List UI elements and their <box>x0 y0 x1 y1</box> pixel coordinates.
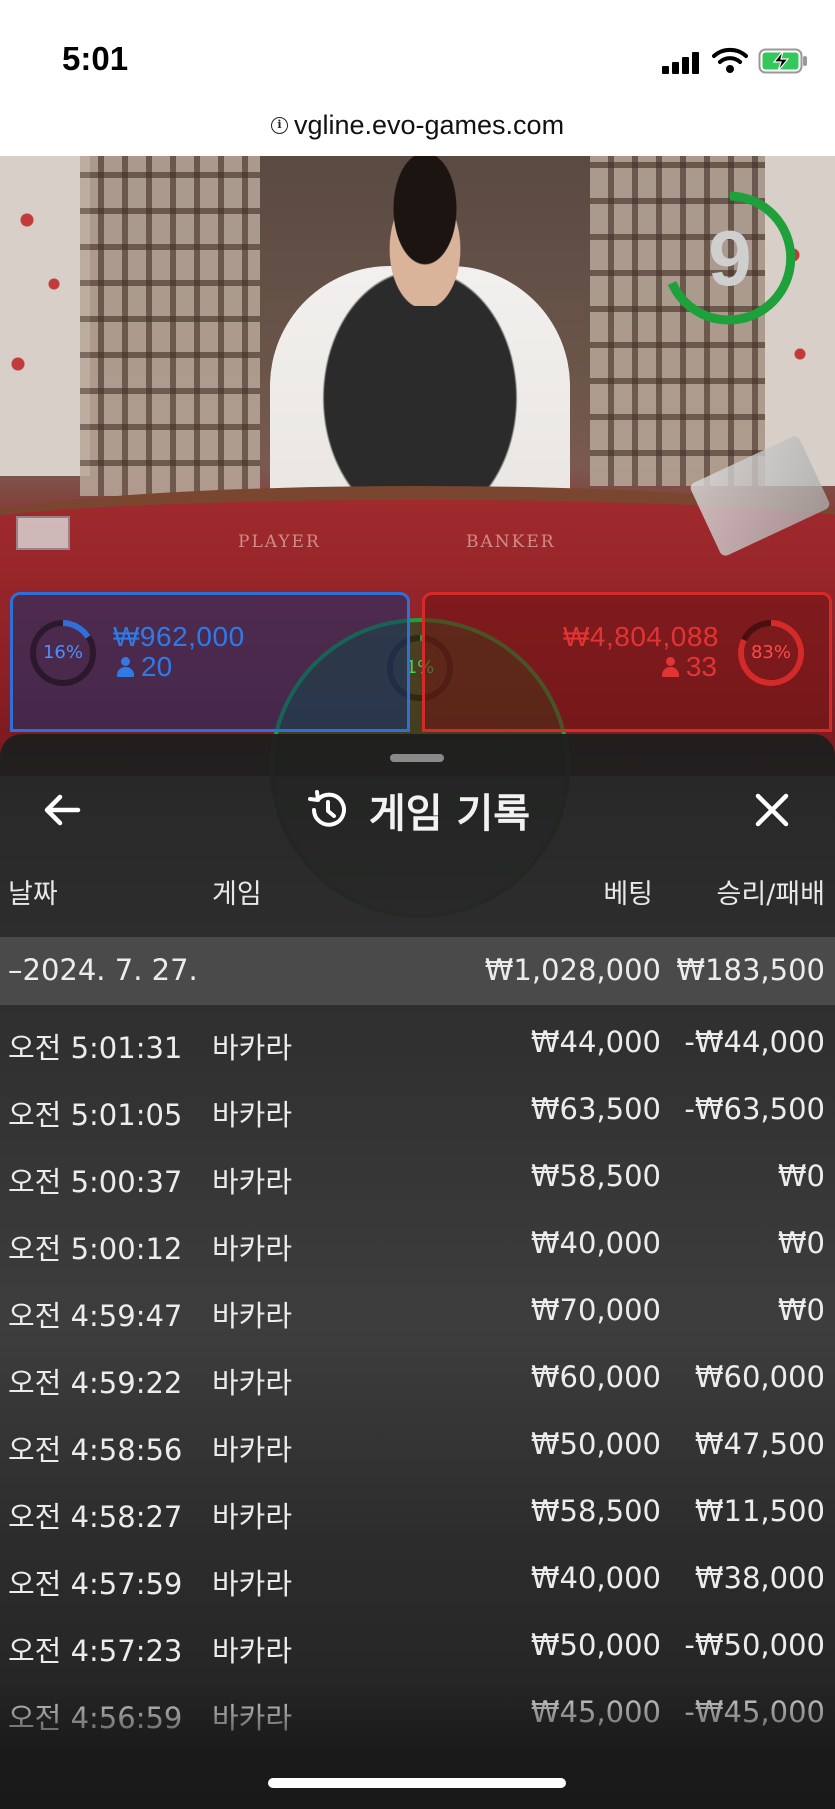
row-game: 바카라 <box>212 1634 293 1668</box>
row-time: 오전 4:57:59 <box>8 1567 183 1601</box>
row-bet: ₩70,000 <box>530 1293 661 1327</box>
player-amount: ₩962,000 <box>113 621 245 652</box>
row-time: 오전 5:01:05 <box>8 1098 183 1132</box>
address-bar[interactable]: i vgline.evo-games.com <box>0 100 835 156</box>
bet-spot-banker[interactable]: ₩4,804,088 33 83% <box>422 592 832 732</box>
row-game: 바카라 <box>212 1098 293 1132</box>
history-row[interactable]: 오전 4:59:22 바카라 ₩60,000 ₩60,000 <box>0 1358 835 1425</box>
row-bet: ₩40,000 <box>530 1226 661 1260</box>
player-count: 20 <box>117 651 172 683</box>
row-time: 오전 4:59:22 <box>8 1366 183 1400</box>
row-result: ₩0 <box>777 1293 825 1327</box>
home-indicator[interactable] <box>268 1778 566 1788</box>
day-label: –2024. 7. 27. <box>8 953 198 987</box>
banker-count-value: 33 <box>685 651 717 682</box>
history-row[interactable]: 오전 4:58:56 바카라 ₩50,000 ₩47,500 <box>0 1425 835 1492</box>
row-game: 바카라 <box>212 1433 293 1467</box>
column-header-result: 승리/패배 <box>716 879 825 910</box>
sheet-title: 게임 기록 <box>368 791 531 837</box>
status-bar: 5:01 <box>0 0 835 100</box>
history-row[interactable]: 오전 5:01:05 바카라 ₩63,500 -₩63,500 <box>0 1090 835 1157</box>
table-label-banker: BANKER <box>466 532 556 552</box>
history-icon <box>307 790 346 827</box>
countdown-timer: 9 <box>660 188 800 328</box>
status-time: 5:01 <box>62 40 129 77</box>
banker-percent: 83% <box>750 642 791 663</box>
row-result: -₩50,000 <box>684 1628 825 1662</box>
history-row[interactable]: 오전 4:56:59 바카라 ₩45,000 -₩45,000 <box>0 1693 835 1760</box>
sheet-header: 게임 기록 <box>0 778 835 842</box>
banker-count: 33 <box>661 651 717 683</box>
column-header-date: 날짜 <box>8 879 58 910</box>
history-row[interactable]: 오전 4:59:47 바카라 ₩70,000 ₩0 <box>0 1291 835 1358</box>
row-result: ₩60,000 <box>694 1360 825 1394</box>
row-bet: ₩63,500 <box>530 1092 661 1126</box>
table-label-player: PLAYER <box>238 532 321 552</box>
close-icon[interactable] <box>744 782 800 838</box>
row-bet: ₩58,500 <box>530 1494 661 1528</box>
player-percent-ring: 16% <box>27 617 99 689</box>
person-icon <box>117 657 134 677</box>
row-game: 바카라 <box>212 1232 293 1266</box>
row-game: 바카라 <box>212 1299 293 1333</box>
dealer-head <box>370 156 480 306</box>
row-bet: ₩58,500 <box>530 1159 661 1193</box>
row-bet: ₩50,000 <box>530 1427 661 1461</box>
row-result: ₩0 <box>777 1159 825 1193</box>
row-result: -₩63,500 <box>684 1092 825 1126</box>
battery-charging-icon <box>758 48 807 74</box>
row-time: 오전 5:01:31 <box>8 1031 183 1065</box>
row-result: -₩45,000 <box>684 1695 825 1729</box>
row-result: ₩11,500 <box>694 1494 825 1528</box>
background-blossom-left <box>0 156 90 476</box>
column-header-bet: 베팅 <box>603 879 653 910</box>
signal-icon <box>662 52 702 74</box>
row-bet: ₩40,000 <box>530 1561 661 1595</box>
row-time: 오전 5:00:12 <box>8 1232 183 1266</box>
person-icon <box>661 657 679 677</box>
row-game: 바카라 <box>212 1567 293 1601</box>
player-count-value: 20 <box>141 651 173 682</box>
row-bet: ₩45,000 <box>530 1695 661 1729</box>
row-result: -₩44,000 <box>684 1025 825 1059</box>
player-percent: 16% <box>42 642 83 663</box>
bet-spot-player[interactable]: 16% ₩962,000 20 <box>10 592 410 732</box>
row-time: 오전 4:59:47 <box>8 1299 183 1333</box>
row-result: ₩0 <box>777 1226 825 1260</box>
row-game: 바카라 <box>212 1500 293 1534</box>
row-result: ₩47,500 <box>694 1427 825 1461</box>
countdown-number: 9 <box>708 214 752 302</box>
info-icon[interactable]: i <box>270 117 288 134</box>
url-text: vgline.evo-games.com <box>293 110 565 140</box>
history-row[interactable]: 오전 5:00:12 바카라 ₩40,000 ₩0 <box>0 1224 835 1291</box>
row-bet: ₩44,000 <box>530 1025 661 1059</box>
row-bet: ₩50,000 <box>530 1628 661 1662</box>
card-deck <box>16 516 70 550</box>
day-result-total: ₩183,500 <box>676 953 825 987</box>
row-game: 바카라 <box>212 1165 293 1199</box>
background-screen-left <box>80 156 260 496</box>
history-row[interactable]: 오전 4:57:23 바카라 ₩50,000 -₩50,000 <box>0 1626 835 1693</box>
row-result: ₩38,000 <box>694 1561 825 1595</box>
column-header-game: 게임 <box>212 879 262 910</box>
row-game: 바카라 <box>212 1701 293 1735</box>
row-game: 바카라 <box>212 1031 293 1065</box>
row-time: 오전 4:56:59 <box>8 1701 183 1735</box>
history-row[interactable]: 오전 4:57:59 바카라 ₩40,000 ₩38,000 <box>0 1559 835 1626</box>
row-bet: ₩60,000 <box>530 1360 661 1394</box>
row-time: 오전 4:57:23 <box>8 1634 183 1668</box>
day-bet-total: ₩1,028,000 <box>484 953 661 987</box>
history-row[interactable]: 오전 5:00:37 바카라 ₩58,500 ₩0 <box>0 1157 835 1224</box>
wifi-icon <box>712 47 748 73</box>
row-time: 오전 4:58:56 <box>8 1433 183 1467</box>
sheet-grabber[interactable] <box>390 754 444 762</box>
history-row[interactable]: 오전 4:58:27 바카라 ₩58,500 ₩11,500 <box>0 1492 835 1559</box>
row-time: 오전 4:58:27 <box>8 1500 183 1534</box>
banker-amount: ₩4,804,088 <box>563 621 719 652</box>
row-game: 바카라 <box>212 1366 293 1400</box>
day-summary-row[interactable]: –2024. 7. 27. ₩1,028,000 ₩183,500 <box>0 937 835 1005</box>
history-row[interactable]: 오전 5:01:31 바카라 ₩44,000 -₩44,000 <box>0 1023 835 1090</box>
banker-percent-ring: 83% <box>735 617 807 689</box>
row-time: 오전 5:00:37 <box>8 1165 183 1199</box>
